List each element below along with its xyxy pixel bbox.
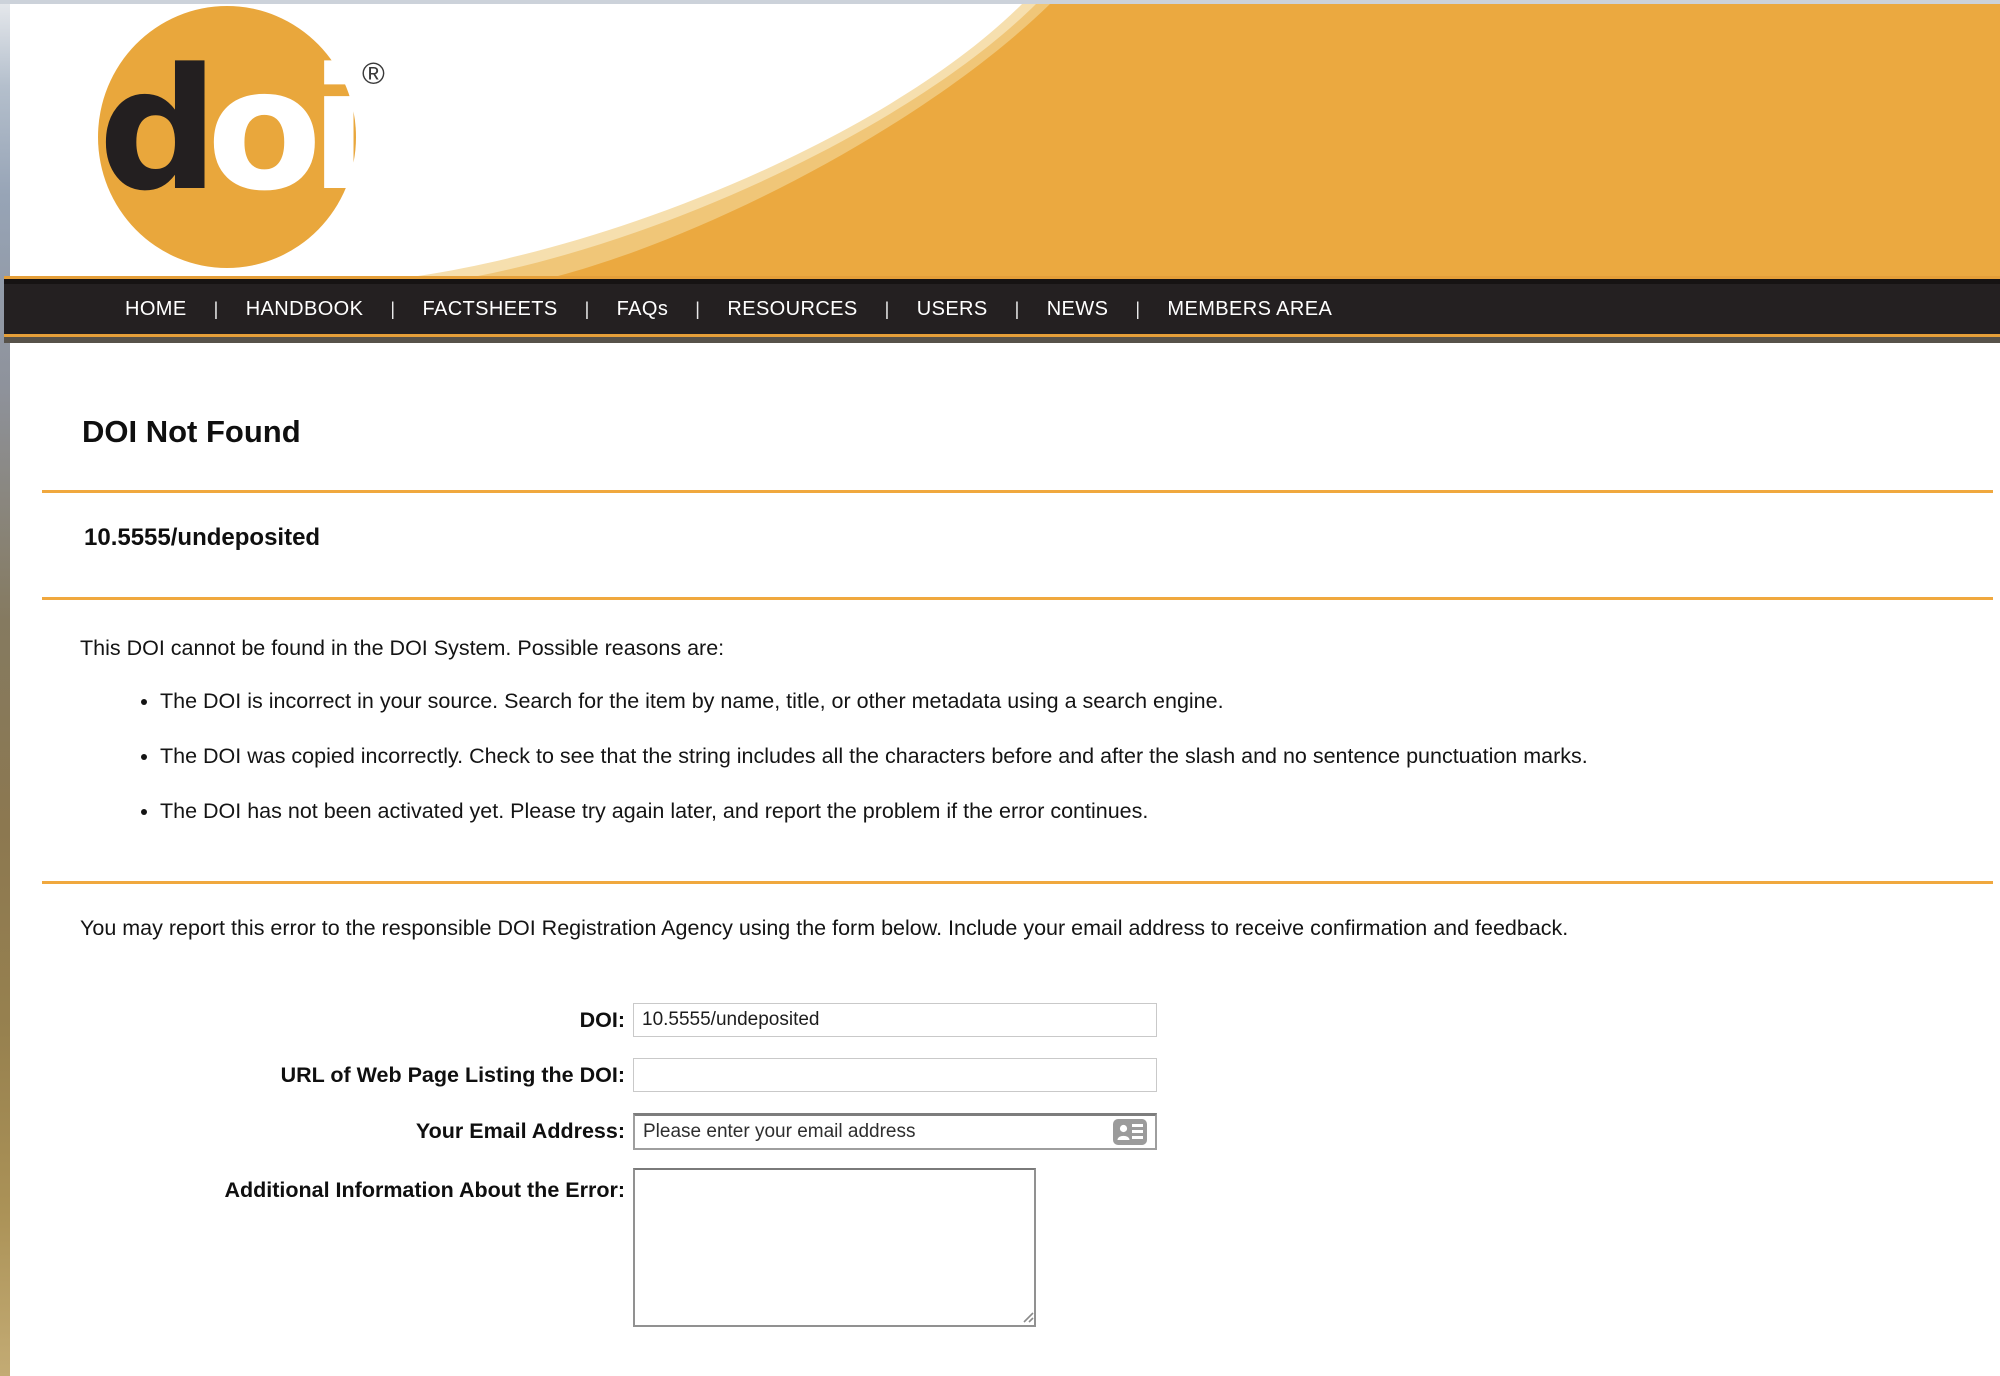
doi-subheading: 10.5555/undeposited	[84, 524, 320, 552]
url-field-label: URL of Web Page Listing the DOI:	[0, 1063, 625, 1088]
nav-item-users[interactable]: USERS	[912, 298, 993, 321]
reason-item: The DOI has not been activated yet. Plea…	[160, 799, 1588, 824]
report-instructions-text: You may report this error to the respons…	[80, 916, 1568, 941]
page-title: DOI Not Found	[82, 414, 301, 450]
nav-item-resources[interactable]: RESOURCES	[722, 298, 862, 321]
doi-logo-text: doi	[98, 46, 355, 228]
doi-field-label: DOI:	[0, 1008, 625, 1033]
logo-letters-oi: oi	[207, 32, 356, 228]
nav-separator: |	[563, 299, 612, 320]
reason-item: The DOI is incorrect in your source. Sea…	[160, 689, 1588, 714]
main-navigation: HOME | HANDBOOK | FACTSHEETS | FAQs | RE…	[4, 276, 2000, 343]
doi-not-found-page: { "logo": { "d": "d", "oi": "oi", "regis…	[0, 0, 2000, 1376]
nav-separator: |	[993, 299, 1042, 320]
horizontal-rule	[42, 881, 1993, 884]
nav-separator: |	[1113, 299, 1162, 320]
nav-item-home[interactable]: HOME	[120, 298, 192, 321]
nav-separator: |	[863, 299, 912, 320]
horizontal-rule	[42, 490, 1993, 493]
email-input[interactable]	[633, 1113, 1157, 1150]
doi-input[interactable]	[633, 1003, 1157, 1037]
nav-separator: |	[368, 299, 417, 320]
reason-item: The DOI was copied incorrectly. Check to…	[160, 744, 1588, 769]
url-input[interactable]	[633, 1058, 1157, 1092]
doi-logo[interactable]: doi	[98, 6, 356, 268]
nav-item-news[interactable]: NEWS	[1042, 298, 1114, 321]
additional-info-field-label: Additional Information About the Error:	[0, 1178, 625, 1203]
nav-separator: |	[192, 299, 241, 320]
nav-item-members-area[interactable]: MEMBERS AREA	[1162, 298, 1337, 321]
nav-bar: HOME | HANDBOOK | FACTSHEETS | FAQs | RE…	[4, 284, 2000, 334]
nav-item-faqs[interactable]: FAQs	[612, 298, 674, 321]
nav-item-handbook[interactable]: HANDBOOK	[241, 298, 369, 321]
site-header: doi ®	[10, 4, 2000, 276]
additional-info-textarea[interactable]	[633, 1168, 1036, 1327]
logo-letter-d: d	[98, 32, 206, 228]
nav-separator: |	[673, 299, 722, 320]
autofill-contact-icon[interactable]	[1113, 1119, 1147, 1145]
intro-text: This DOI cannot be found in the DOI Syst…	[80, 636, 724, 661]
horizontal-rule	[42, 597, 1993, 600]
textarea-resize-handle[interactable]	[1019, 1308, 1034, 1323]
registered-trademark-symbol: ®	[362, 56, 385, 92]
nav-item-factsheets[interactable]: FACTSHEETS	[417, 298, 562, 321]
reasons-list: The DOI is incorrect in your source. Sea…	[0, 689, 1588, 854]
email-field-label: Your Email Address:	[0, 1119, 625, 1144]
nav-bottom-olive-line	[4, 337, 2000, 343]
